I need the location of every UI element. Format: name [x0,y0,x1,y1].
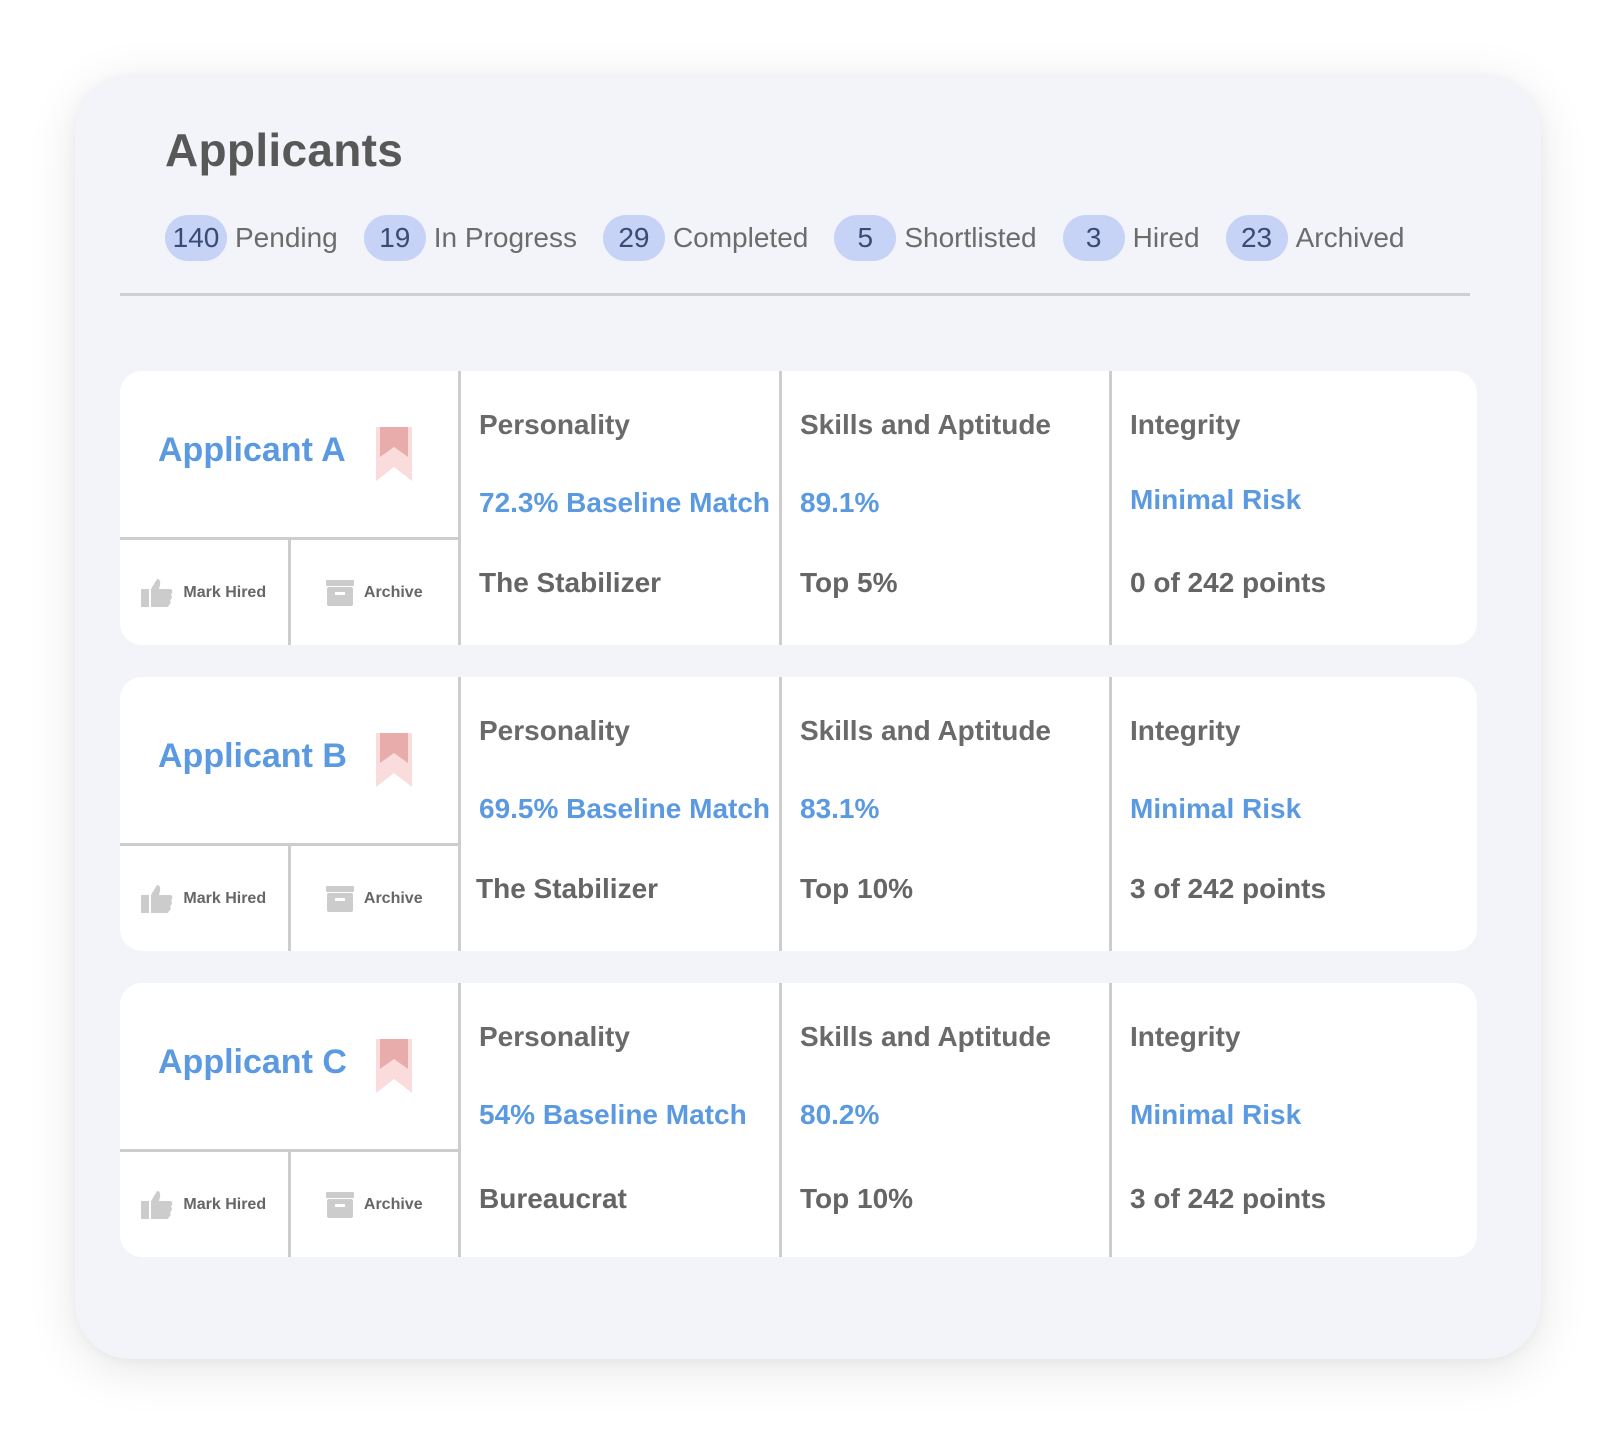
mark-hired-label: Mark Hired [183,889,267,907]
personality-type: Bureaucrat [479,1183,627,1214]
personality-match: 72.3% Baseline Match [479,487,771,518]
name-area: Applicant C [120,983,458,1152]
count-badge: 140 [165,215,227,261]
count-badge: 5 [834,215,897,261]
mark-hired-label: Mark Hired [183,583,267,601]
personality-header: Personality [479,715,630,746]
personality-column: Personality 72.3% Baseline Match The Sta… [461,371,782,645]
integrity-risk: Minimal Risk [1130,484,1302,515]
applicant-summary: Applicant A Mark Hired Archive [120,371,461,645]
stat-label: Pending [235,222,338,253]
applicant-name-link[interactable]: Applicant A [158,431,346,470]
name-area: Applicant A [120,371,458,540]
integrity-risk: Minimal Risk [1130,793,1302,824]
skills-header: Skills and Aptitude [800,409,1051,440]
thumbs-up-icon [141,578,173,607]
stat-label: Completed [672,222,809,253]
applicant-name-link[interactable]: Applicant B [158,737,347,776]
integrity-points: 3 of 242 points [1130,873,1327,904]
integrity-risk: Minimal Risk [1130,1099,1302,1130]
bookmark-icon[interactable] [376,1039,412,1093]
mark-hired-button[interactable]: Mark Hired [120,540,288,645]
integrity-header: Integrity [1130,409,1241,440]
skills-column: Skills and Aptitude 83.1% Top 10% [782,677,1112,951]
integrity-points: 0 of 242 points [1130,567,1327,598]
skills-score: 89.1% [800,487,880,518]
stat-archived[interactable]: 23 Archived [1225,215,1405,261]
stat-hired[interactable]: 3 Hired [1062,215,1200,261]
count-badge: 19 [363,215,426,261]
mark-hired-button[interactable]: Mark Hired [120,1152,288,1257]
applicant-actions: Mark Hired Archive [120,846,458,951]
header-divider [120,293,1470,296]
integrity-header: Integrity [1130,715,1241,746]
stat-in-progress[interactable]: 19 In Progress [363,215,577,261]
archive-button[interactable]: Archive [287,1152,459,1257]
skills-rank: Top 5% [800,567,898,598]
stat-pending[interactable]: 140 Pending [165,215,338,261]
count-badge: 3 [1062,215,1125,261]
count-badge: 23 [1225,215,1288,261]
applicant-card: Applicant A Mark Hired Archive Personali… [120,371,1477,645]
page-title: Applicants [165,124,404,176]
skills-score: 83.1% [800,793,880,824]
bookmark-icon[interactable] [376,427,412,481]
archive-label: Archive [363,1195,423,1213]
stat-label: Archived [1295,222,1405,253]
status-filter-bar: 140 Pending 19 In Progress 29 Completed … [165,215,1431,261]
applicant-summary: Applicant C Mark Hired Archive [120,983,461,1257]
personality-match: 69.5% Baseline Match [479,793,771,824]
mark-hired-button[interactable]: Mark Hired [120,846,288,951]
applicant-card: Applicant B Mark Hired Archive Personali… [120,677,1477,951]
personality-header: Personality [479,1021,630,1052]
count-badge: 29 [602,215,665,261]
integrity-column: Integrity Minimal Risk 3 of 242 points [1112,677,1477,951]
archive-box-icon [325,885,354,912]
personality-type: The Stabilizer [476,873,659,904]
applicant-card: Applicant C Mark Hired Archive Personali… [120,983,1477,1257]
integrity-header: Integrity [1130,1021,1241,1052]
skills-rank: Top 10% [800,873,914,904]
stat-completed[interactable]: 29 Completed [602,215,809,261]
bookmark-icon[interactable] [376,733,412,787]
personality-column: Personality 54% Baseline Match Bureaucra… [461,983,782,1257]
stat-label: In Progress [433,222,577,253]
archive-box-icon [325,579,354,606]
archive-label: Archive [363,583,423,601]
personality-match: 54% Baseline Match [479,1099,747,1130]
skills-column: Skills and Aptitude 89.1% Top 5% [782,371,1112,645]
skills-score: 80.2% [800,1099,880,1130]
mark-hired-label: Mark Hired [183,1195,267,1213]
applicant-actions: Mark Hired Archive [120,540,458,645]
archive-button[interactable]: Archive [287,846,459,951]
skills-header: Skills and Aptitude [800,715,1051,746]
stat-label: Shortlisted [904,222,1037,253]
personality-type: The Stabilizer [479,567,662,598]
integrity-column: Integrity Minimal Risk 3 of 242 points [1112,983,1477,1257]
thumbs-up-icon [141,884,173,913]
personality-header: Personality [479,409,630,440]
integrity-column: Integrity Minimal Risk 0 of 242 points [1112,371,1477,645]
applicant-name-link[interactable]: Applicant C [158,1043,347,1082]
applicant-summary: Applicant B Mark Hired Archive [120,677,461,951]
applicants-panel: Applicants 140 Pending 19 In Progress 29… [75,75,1541,1359]
integrity-points: 3 of 242 points [1130,1183,1327,1214]
stat-label: Hired [1132,222,1200,253]
name-area: Applicant B [120,677,458,846]
skills-header: Skills and Aptitude [800,1021,1051,1052]
stat-shortlisted[interactable]: 5 Shortlisted [834,215,1037,261]
archive-button[interactable]: Archive [287,540,459,645]
personality-column: Personality 69.5% Baseline Match The Sta… [461,677,782,951]
archive-box-icon [325,1191,354,1218]
thumbs-up-icon [141,1190,173,1219]
applicant-actions: Mark Hired Archive [120,1152,458,1257]
skills-rank: Top 10% [800,1183,914,1214]
skills-column: Skills and Aptitude 80.2% Top 10% [782,983,1112,1257]
archive-label: Archive [363,889,423,907]
